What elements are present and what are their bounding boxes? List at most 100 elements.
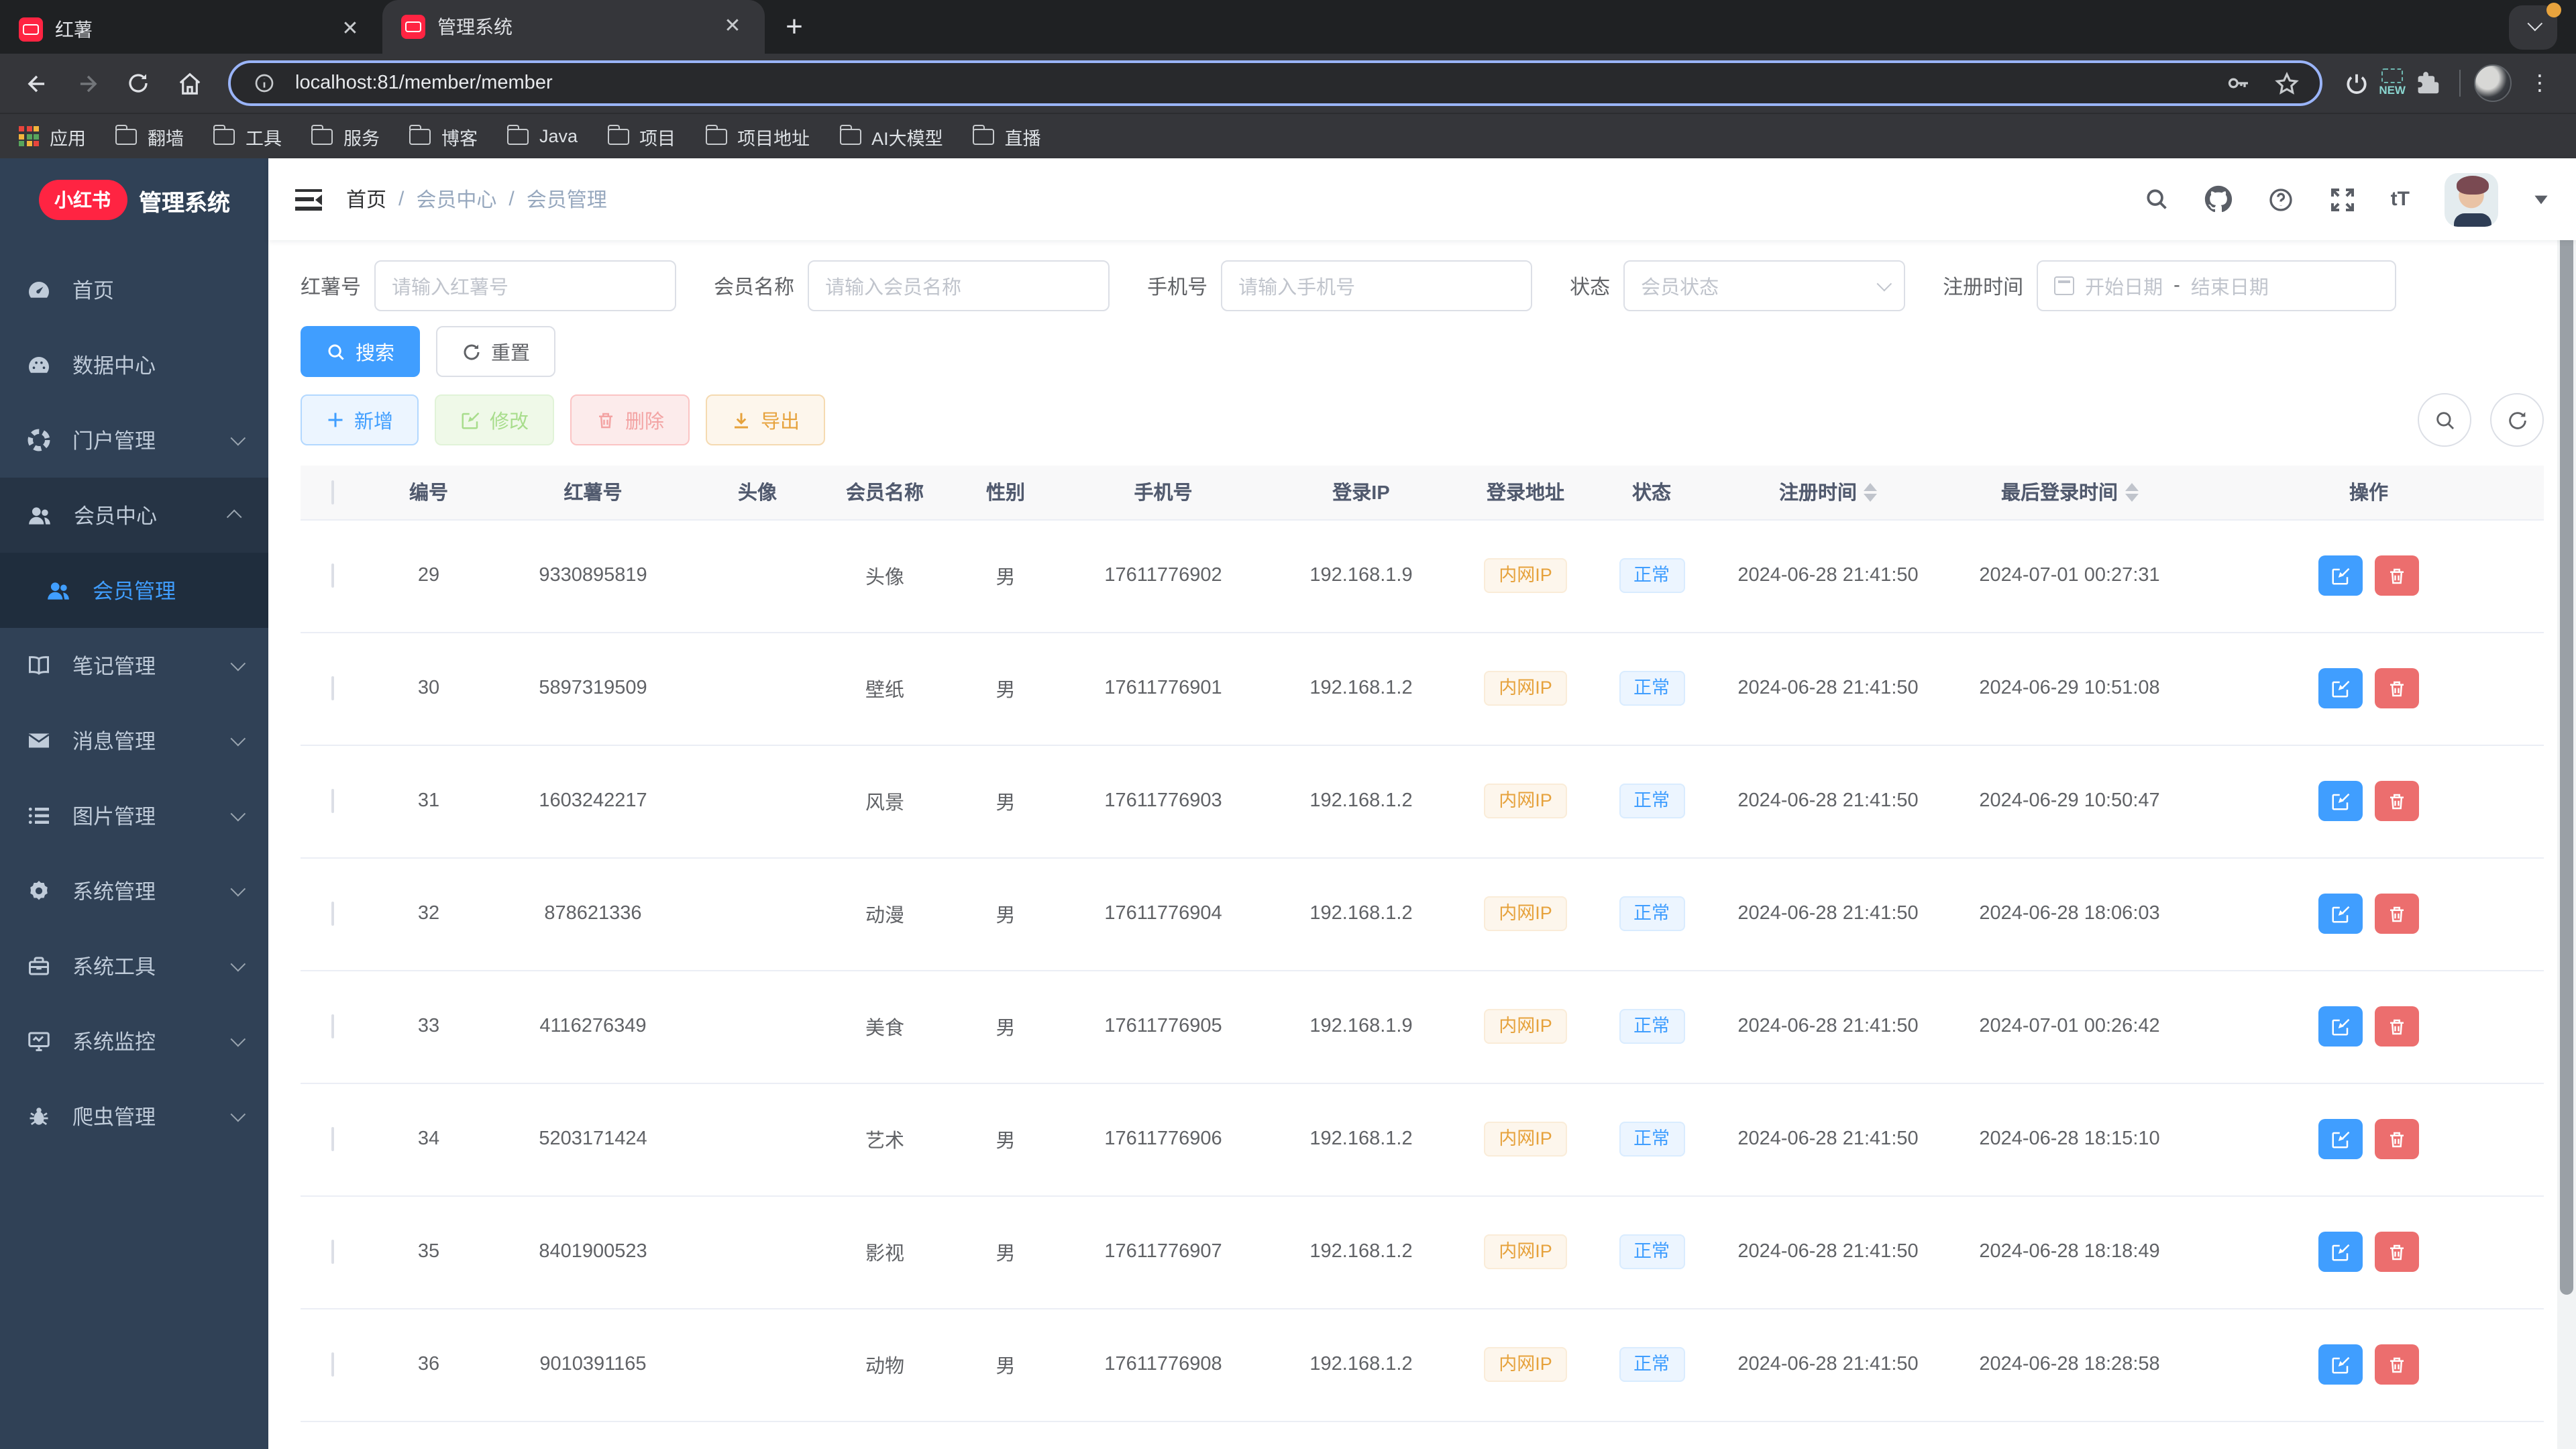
font-size-icon[interactable]: tT bbox=[2391, 188, 2410, 211]
reload-button[interactable] bbox=[115, 60, 161, 106]
caret-down-icon[interactable] bbox=[2533, 194, 2549, 205]
member-name-input[interactable]: 请输入会员名称 bbox=[808, 260, 1110, 311]
home-button[interactable] bbox=[166, 60, 212, 106]
row-delete-button[interactable] bbox=[2375, 1232, 2419, 1272]
sidebar-item-portal[interactable]: 门户管理 bbox=[0, 402, 268, 478]
sidebar-item-system[interactable]: 系统管理 bbox=[0, 853, 268, 928]
app-logo[interactable]: 小红书 管理系统 bbox=[0, 158, 268, 241]
sidebar-item-data-center[interactable]: 数据中心 bbox=[0, 327, 268, 402]
sidebar-collapse-icon[interactable] bbox=[295, 189, 322, 210]
browser-tab-1[interactable]: 红薯 ✕ bbox=[0, 5, 382, 54]
bookmark-folder[interactable]: 博客 bbox=[409, 123, 478, 150]
github-icon[interactable] bbox=[2204, 185, 2233, 213]
browser-tab-2[interactable]: 管理系统 ✕ bbox=[382, 0, 765, 54]
edit-button[interactable]: 修改 bbox=[435, 394, 554, 445]
new-tab-button[interactable]: + bbox=[773, 7, 816, 50]
tab-search-button[interactable] bbox=[2509, 3, 2561, 50]
site-info-icon[interactable] bbox=[247, 66, 282, 101]
row-checkbox[interactable] bbox=[331, 1014, 334, 1038]
date-range-picker[interactable]: 开始日期 - 结束日期 bbox=[2037, 260, 2397, 311]
tab-close-icon[interactable]: ✕ bbox=[337, 16, 364, 43]
browser-profile-avatar[interactable] bbox=[2474, 64, 2512, 102]
row-delete-button[interactable] bbox=[2375, 781, 2419, 821]
export-button[interactable]: 导出 bbox=[706, 394, 825, 445]
breadcrumb-home[interactable]: 首页 bbox=[346, 185, 386, 213]
row-edit-button[interactable] bbox=[2318, 1006, 2363, 1046]
help-icon[interactable] bbox=[2267, 186, 2294, 213]
forward-button[interactable] bbox=[64, 60, 110, 106]
bookmark-folder[interactable]: AI大模型 bbox=[839, 123, 943, 150]
row-edit-button[interactable] bbox=[2318, 555, 2363, 596]
bookmark-folder[interactable]: 服务 bbox=[311, 123, 380, 150]
user-group-icon bbox=[48, 582, 69, 599]
sidebar-item-home[interactable]: 首页 bbox=[0, 252, 268, 327]
sidebar-item-monitor[interactable]: 系统监控 bbox=[0, 1004, 268, 1079]
url-bar[interactable]: localhost:81/member/member bbox=[228, 60, 2323, 106]
select-all-checkbox[interactable] bbox=[331, 480, 334, 504]
url-text[interactable]: localhost:81/member/member bbox=[295, 72, 2207, 94]
row-edit-button[interactable] bbox=[2318, 1119, 2363, 1159]
monitor-icon bbox=[28, 1032, 50, 1051]
rsn-input[interactable]: 请输入红薯号 bbox=[374, 260, 677, 311]
bookmark-folder[interactable]: 项目地址 bbox=[705, 123, 810, 150]
refresh-table-button[interactable] bbox=[2490, 393, 2544, 447]
bookmark-folder[interactable]: 工具 bbox=[213, 123, 282, 150]
user-avatar[interactable] bbox=[2445, 172, 2498, 226]
bookmark-folder[interactable]: 项目 bbox=[607, 123, 676, 150]
status-badge: 正常 bbox=[1619, 558, 1684, 593]
toggle-search-button[interactable] bbox=[2418, 393, 2471, 447]
scrollbar-thumb[interactable] bbox=[2560, 158, 2573, 1295]
row-checkbox[interactable] bbox=[331, 1352, 334, 1377]
row-delete-button[interactable] bbox=[2375, 894, 2419, 934]
sidebar-item-member-center[interactable]: 会员中心 bbox=[0, 478, 268, 553]
sidebar-item-notes[interactable]: 笔记管理 bbox=[0, 628, 268, 703]
row-edit-button[interactable] bbox=[2318, 781, 2363, 821]
bookmark-folder[interactable]: 翻墙 bbox=[115, 123, 184, 150]
bookmark-apps[interactable]: 应用 bbox=[19, 123, 86, 150]
sidebar-item-crawler[interactable]: 爬虫管理 bbox=[0, 1079, 268, 1154]
extensions-puzzle-icon[interactable] bbox=[2411, 66, 2446, 101]
fullscreen-icon[interactable] bbox=[2329, 186, 2356, 213]
status-select[interactable]: 会员状态 bbox=[1623, 260, 1906, 311]
row-edit-button[interactable] bbox=[2318, 894, 2363, 934]
row-edit-button[interactable] bbox=[2318, 1344, 2363, 1385]
row-checkbox[interactable] bbox=[331, 1127, 334, 1151]
row-delete-button[interactable] bbox=[2375, 668, 2419, 708]
row-delete-button[interactable] bbox=[2375, 555, 2419, 596]
browser-menu-icon[interactable]: ⋮ bbox=[2517, 60, 2563, 106]
phone-input[interactable]: 请输入手机号 bbox=[1221, 260, 1533, 311]
row-delete-button[interactable] bbox=[2375, 1119, 2419, 1159]
password-key-icon[interactable] bbox=[2220, 66, 2255, 101]
bookmark-folder[interactable]: Java bbox=[507, 123, 578, 150]
delete-button[interactable]: 删除 bbox=[570, 394, 690, 445]
reset-button[interactable]: 重置 bbox=[436, 326, 555, 377]
new-extension-icon[interactable]: NEW bbox=[2379, 68, 2406, 98]
tab-close-icon[interactable]: ✕ bbox=[719, 13, 746, 40]
add-button[interactable]: 新增 bbox=[301, 394, 419, 445]
row-delete-button[interactable] bbox=[2375, 1006, 2419, 1046]
page-scrollbar[interactable] bbox=[2557, 158, 2576, 1449]
power-extension-icon[interactable] bbox=[2339, 66, 2373, 101]
col-reg-time[interactable]: 注册时间 bbox=[1711, 466, 1945, 520]
row-edit-button[interactable] bbox=[2318, 1232, 2363, 1272]
bookmark-folder[interactable]: 直播 bbox=[972, 123, 1041, 150]
sidebar-item-member-management[interactable]: 会员管理 bbox=[0, 553, 268, 628]
cell-login-ip: 192.168.1.9 bbox=[1264, 519, 1458, 633]
row-checkbox[interactable] bbox=[331, 902, 334, 926]
row-delete-button[interactable] bbox=[2375, 1344, 2419, 1385]
row-checkbox[interactable] bbox=[331, 789, 334, 813]
search-icon[interactable] bbox=[2144, 186, 2169, 212]
sidebar-item-tools[interactable]: 系统工具 bbox=[0, 928, 268, 1004]
cell-gender: 男 bbox=[949, 745, 1063, 858]
row-checkbox[interactable] bbox=[331, 564, 334, 588]
sidebar-item-messages[interactable]: 消息管理 bbox=[0, 703, 268, 778]
row-checkbox[interactable] bbox=[331, 1240, 334, 1264]
col-last-login[interactable]: 最后登录时间 bbox=[1945, 466, 2194, 520]
row-edit-button[interactable] bbox=[2318, 668, 2363, 708]
search-button[interactable]: 搜索 bbox=[301, 326, 420, 377]
back-button[interactable] bbox=[13, 60, 59, 106]
bookmark-star-icon[interactable] bbox=[2269, 66, 2304, 101]
cell-id: 35 bbox=[365, 1195, 492, 1309]
row-checkbox[interactable] bbox=[331, 676, 334, 700]
sidebar-item-images[interactable]: 图片管理 bbox=[0, 778, 268, 853]
